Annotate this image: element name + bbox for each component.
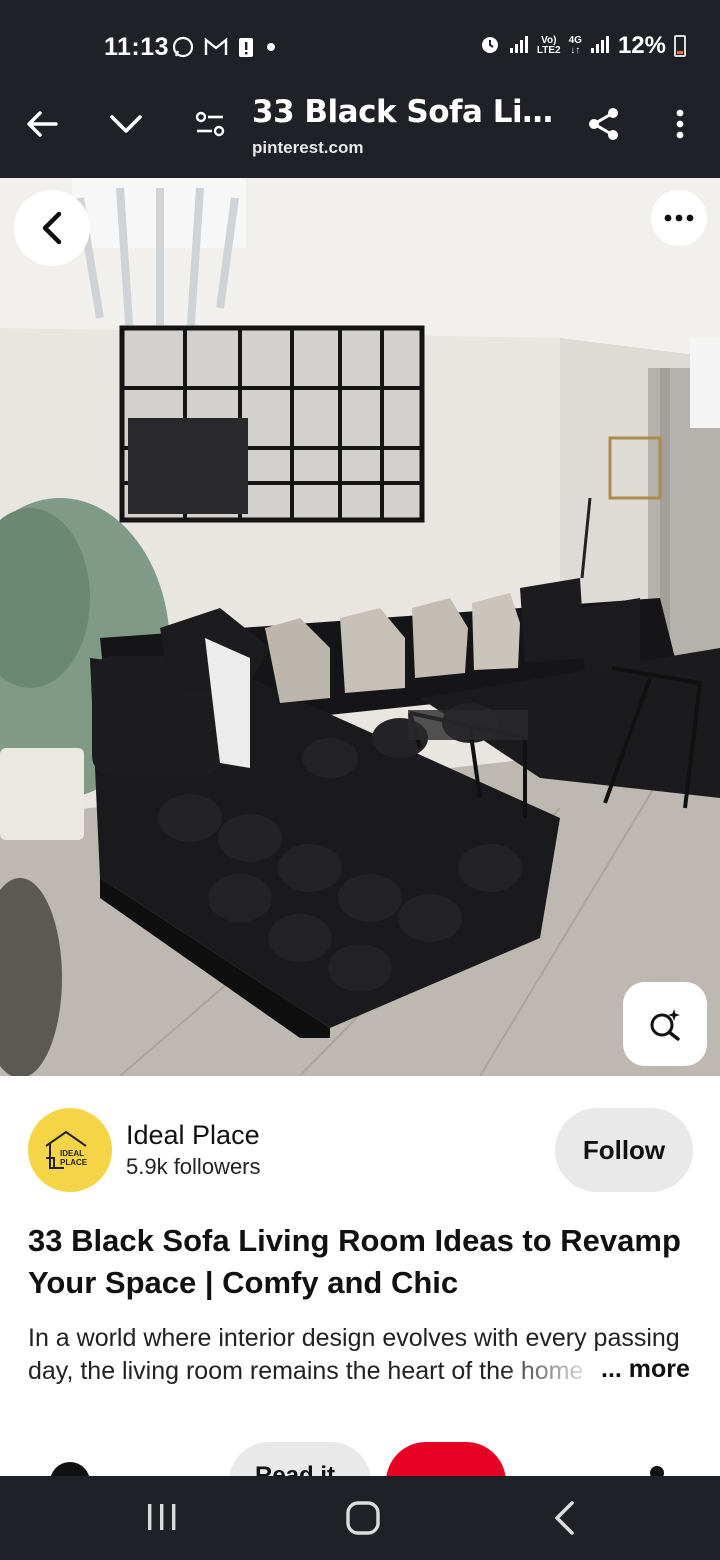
chevron-left-icon bbox=[41, 211, 63, 245]
back-arrow-icon[interactable] bbox=[22, 104, 62, 144]
network-label: Vo) LTE2 bbox=[536, 35, 561, 56]
pin-title: 33 Black Sofa Living Room Ideas to Revam… bbox=[28, 1223, 681, 1300]
signal-icon-2 bbox=[590, 34, 610, 59]
share-icon[interactable] bbox=[584, 104, 624, 144]
comment-icon[interactable] bbox=[50, 1462, 90, 1476]
share-pin-icon[interactable] bbox=[650, 1466, 664, 1476]
net-type: 4G ↓↑ bbox=[568, 35, 582, 56]
app-bar: 33 Black Sofa Living Room Ideas to Revam… bbox=[0, 92, 720, 178]
status-time: 11:13 bbox=[104, 33, 170, 61]
dot-icon bbox=[264, 40, 278, 59]
home-icon[interactable] bbox=[345, 1500, 381, 1541]
follower-count: 5.9k followers bbox=[126, 1154, 261, 1179]
more-vert-icon[interactable] bbox=[660, 104, 700, 144]
chevron-down-icon[interactable] bbox=[106, 104, 146, 144]
page-url[interactable]: pinterest.com bbox=[252, 138, 363, 158]
avatar[interactable]: IDEAL PLACE bbox=[28, 1108, 112, 1192]
pin-image[interactable] bbox=[0, 178, 720, 1076]
profile-name[interactable]: Ideal Place bbox=[126, 1120, 260, 1151]
more-link[interactable]: ... more bbox=[597, 1355, 690, 1384]
status-bar: 11:13 Vo) LTE2 4G ↓↑ 12% bbox=[0, 0, 720, 92]
page-title[interactable]: 33 Black Sofa Living Room Ideas to Revam… bbox=[252, 94, 564, 130]
save-button[interactable] bbox=[386, 1442, 506, 1476]
gmail-icon bbox=[204, 37, 228, 62]
back-nav-icon[interactable] bbox=[552, 1500, 576, 1541]
pin-options-button[interactable] bbox=[651, 190, 707, 246]
system-nav-bar bbox=[0, 1476, 720, 1560]
read-it-label: Read it bbox=[255, 1462, 336, 1476]
svg-text:IDEAL: IDEAL bbox=[60, 1149, 84, 1158]
svg-text:PLACE: PLACE bbox=[60, 1158, 88, 1167]
lens-search-icon bbox=[648, 1007, 682, 1041]
more-horiz-icon bbox=[664, 214, 694, 222]
signal-icon bbox=[509, 34, 529, 59]
alert-icon bbox=[238, 36, 254, 63]
visual-search-button[interactable] bbox=[623, 982, 707, 1066]
description-fade bbox=[500, 1355, 600, 1389]
whatsapp-icon bbox=[172, 36, 194, 63]
recent-apps-icon[interactable] bbox=[146, 1500, 178, 1539]
battery-percent: 12% bbox=[617, 32, 666, 59]
page-settings-icon[interactable] bbox=[190, 104, 230, 144]
action-bar: Read it bbox=[0, 1440, 720, 1476]
ideal-place-logo: IDEAL PLACE bbox=[45, 1130, 88, 1169]
alarm-icon bbox=[479, 33, 501, 60]
status-right: Vo) LTE2 4G ↓↑ 12% bbox=[479, 32, 686, 60]
living-room-photo bbox=[0, 178, 720, 1076]
notification-icons bbox=[172, 36, 278, 63]
follow-button[interactable]: Follow bbox=[555, 1108, 693, 1192]
close-pin-button[interactable] bbox=[14, 190, 90, 266]
battery-icon bbox=[674, 35, 686, 57]
